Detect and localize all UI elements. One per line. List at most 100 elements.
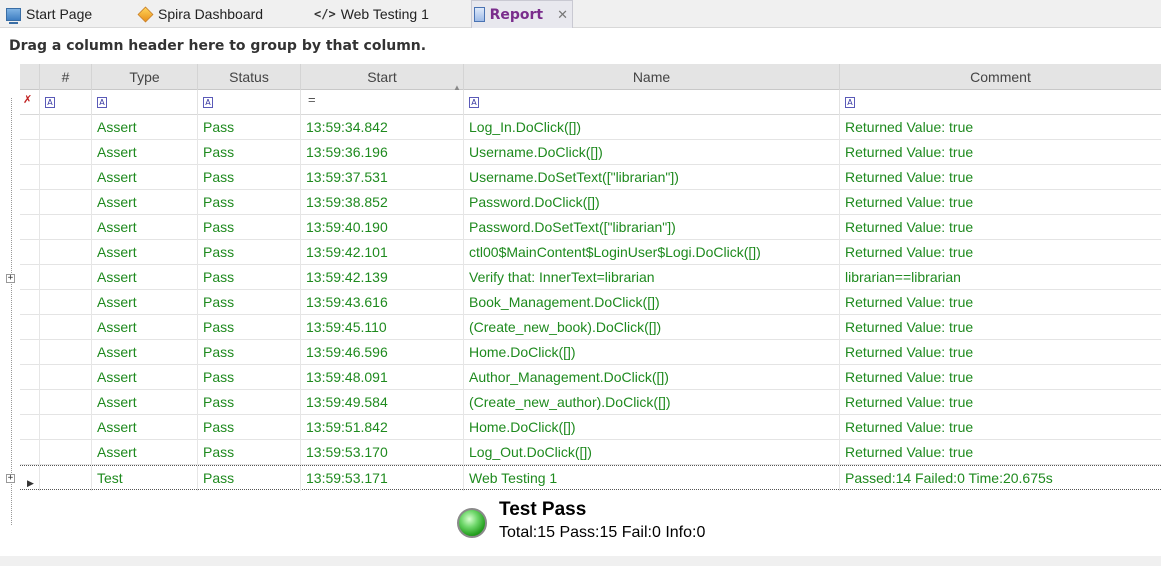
row-start: 13:59:36.196: [301, 140, 464, 165]
filter-cell-type[interactable]: A: [92, 90, 198, 115]
row-status: Pass: [198, 265, 301, 290]
table-row[interactable]: Assert Pass 13:59:46.596 Home.DoClick([]) Re…: [20, 340, 1161, 365]
row-start: 13:59:42.139: [301, 265, 464, 290]
report-grid: # Type Status Start ▲ Name Comment ✗ A A…: [20, 64, 1161, 556]
filter-cell-name[interactable]: A: [464, 90, 840, 115]
table-row[interactable]: Assert Pass 13:59:36.196 Username.DoClick([…: [20, 140, 1161, 165]
filter-cell-start[interactable]: =: [301, 90, 464, 115]
table-row[interactable]: Assert Pass 13:59:37.531 Username.DoSetText…: [20, 165, 1161, 190]
column-header-label: Start: [367, 69, 397, 85]
row-comment: Returned Value: true: [845, 119, 974, 135]
table-row[interactable]: ▶ Test Pass 13:59:53.171 Web Testing 1 Passed…: [20, 465, 1161, 491]
row-indicator: [20, 365, 40, 390]
row-indicator: [20, 340, 40, 365]
grid-header: # Type Status Start ▲ Name Comment: [20, 64, 1161, 92]
row-type: Assert: [92, 290, 198, 315]
filter-cell-status[interactable]: A: [198, 90, 301, 115]
column-header-start[interactable]: Start ▲: [301, 64, 464, 92]
tab-label: Web Testing 1: [340, 6, 429, 22]
row-status: Pass: [198, 415, 301, 440]
row-type: Assert: [92, 115, 198, 140]
row-start: 13:59:49.584: [301, 390, 464, 415]
row-type: Assert: [92, 165, 198, 190]
row-status: Pass: [198, 466, 301, 491]
summary-title: Test Pass: [499, 499, 587, 520]
row-start: 13:59:51.842: [301, 415, 464, 440]
table-row[interactable]: Assert Pass 13:59:51.842 Home.DoClick([]) Re…: [20, 415, 1161, 440]
row-start: 13:59:48.091: [301, 365, 464, 390]
row-index: [40, 140, 92, 165]
row-type: Assert: [92, 240, 198, 265]
row-indicator: [20, 215, 40, 240]
row-comment: Returned Value: true: [845, 219, 974, 235]
row-comment: Returned Value: true: [845, 394, 974, 410]
column-header-name[interactable]: Name: [464, 64, 840, 90]
row-status: Pass: [198, 190, 301, 215]
row-start: 13:59:42.101: [301, 240, 464, 265]
row-type: Assert: [92, 365, 198, 390]
row-type: Assert: [92, 190, 198, 215]
row-type: Assert: [92, 440, 198, 465]
row-indicator: [20, 165, 40, 190]
column-header-type[interactable]: Type: [92, 64, 198, 90]
expand-icon[interactable]: +: [6, 474, 15, 483]
row-name: Home.DoClick([]): [464, 340, 840, 365]
table-row[interactable]: Assert Pass 13:59:42.139 Verify that: Inner…: [20, 265, 1161, 290]
row-start: 13:59:53.171: [301, 466, 464, 491]
tab-start-page[interactable]: Start Page: [6, 0, 92, 28]
row-name: Verify that: InnerText=librarian: [464, 265, 840, 290]
filter-cell-index[interactable]: A: [40, 90, 92, 115]
cube-icon: [137, 6, 154, 22]
row-start: 13:59:37.531: [301, 165, 464, 190]
group-by-panel[interactable]: Drag a column header here to group by th…: [0, 29, 1161, 64]
bottom-strip: [0, 556, 1161, 566]
table-row[interactable]: Assert Pass 13:59:38.852 Password.DoClick([…: [20, 190, 1161, 215]
column-header-index[interactable]: #: [40, 64, 92, 90]
row-type: Assert: [92, 315, 198, 340]
table-row[interactable]: Assert Pass 13:59:49.584 (Create_new_author…: [20, 390, 1161, 415]
filter-equals-icon: =: [308, 92, 316, 107]
tab-bar: Start Page Spira Dashboard </> Web Testi…: [0, 0, 1161, 28]
row-index: [40, 340, 92, 365]
row-status: Pass: [198, 315, 301, 340]
row-status: Pass: [198, 290, 301, 315]
row-name: Log_In.DoClick([]): [464, 115, 840, 140]
row-indicator: [20, 115, 40, 140]
filter-clear[interactable]: ✗: [20, 90, 40, 115]
row-name: (Create_new_book).DoClick([]): [464, 315, 840, 340]
row-type: Assert: [92, 340, 198, 365]
pin-icon: ✗: [23, 94, 33, 106]
row-type: Assert: [92, 215, 198, 240]
row-type: Assert: [92, 390, 198, 415]
table-row[interactable]: Assert Pass 13:59:48.091 Author_Management.…: [20, 365, 1161, 390]
table-row[interactable]: Assert Pass 13:59:34.842 Log_In.DoClick([])…: [20, 115, 1161, 140]
row-comment: Returned Value: true: [845, 194, 974, 210]
report-icon: [474, 7, 485, 22]
status-pass-icon: [457, 508, 487, 538]
row-index: [40, 115, 92, 140]
row-name: Username.DoSetText(["librarian"]): [464, 165, 840, 190]
close-icon[interactable]: ✕: [557, 7, 568, 23]
filter-text-icon: A: [203, 97, 213, 108]
table-row[interactable]: Assert Pass 13:59:40.190 Password.DoSetText…: [20, 215, 1161, 240]
expand-icon[interactable]: +: [6, 274, 15, 283]
row-name: Username.DoClick([]): [464, 140, 840, 165]
row-name: (Create_new_author).DoClick([]): [464, 390, 840, 415]
column-header-comment[interactable]: Comment: [840, 64, 1161, 90]
table-row[interactable]: Assert Pass 13:59:43.616 Book_Management.Do…: [20, 290, 1161, 315]
row-indicator: [20, 240, 40, 265]
tab-report[interactable]: Report ✕: [471, 0, 573, 28]
row-name: Password.DoSetText(["librarian"]): [464, 215, 840, 240]
row-type: Assert: [92, 415, 198, 440]
row-start: 13:59:46.596: [301, 340, 464, 365]
table-row[interactable]: Assert Pass 13:59:45.110 (Create_new_book).…: [20, 315, 1161, 340]
tab-web-testing-1[interactable]: </> Web Testing 1: [314, 0, 429, 28]
table-row[interactable]: Assert Pass 13:59:42.101 ctl00$MainContent$…: [20, 240, 1161, 265]
row-comment: Returned Value: true: [845, 169, 974, 185]
column-header-status[interactable]: Status: [198, 64, 301, 90]
row-status: Pass: [198, 165, 301, 190]
filter-cell-comment[interactable]: A: [840, 90, 1161, 115]
filter-row: ✗ A A A = A A: [20, 90, 1161, 115]
table-row[interactable]: Assert Pass 13:59:53.170 Log_Out.DoClick([]…: [20, 440, 1161, 465]
tab-spira-dashboard[interactable]: Spira Dashboard: [137, 0, 263, 28]
